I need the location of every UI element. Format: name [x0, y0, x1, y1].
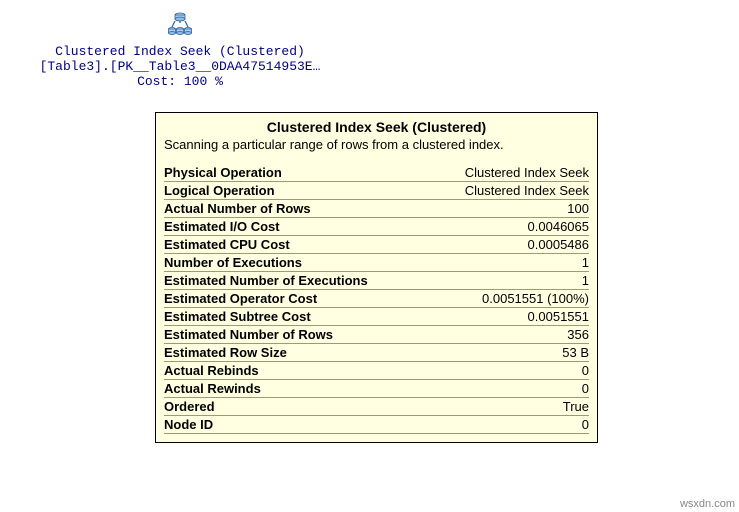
tooltip-property-label: Logical Operation	[164, 182, 428, 200]
tooltip-property-value: 0.0005486	[428, 236, 589, 254]
tooltip-property-row: Estimated Number of Executions1	[164, 272, 589, 290]
tooltip-property-value: 1	[428, 254, 589, 272]
tooltip-property-label: Estimated Operator Cost	[164, 290, 428, 308]
execution-plan-node[interactable]: Clustered Index Seek (Clustered) [Table3…	[10, 10, 350, 89]
tooltip-property-label: Node ID	[164, 416, 428, 434]
tooltip-property-label: Actual Rebinds	[164, 362, 428, 380]
tooltip-property-label: Ordered	[164, 398, 428, 416]
tooltip-property-row: Node ID0	[164, 416, 589, 434]
tooltip-property-value: 0	[428, 362, 589, 380]
tooltip-property-value: 0	[428, 380, 589, 398]
tooltip-property-row: Actual Rebinds0	[164, 362, 589, 380]
tooltip-property-row: Estimated Row Size53 B	[164, 344, 589, 362]
tooltip-property-row: Estimated Subtree Cost0.0051551	[164, 308, 589, 326]
tooltip-property-label: Estimated Number of Executions	[164, 272, 428, 290]
tooltip-property-row: Estimated Operator Cost0.0051551 (100%)	[164, 290, 589, 308]
plan-node-title: Clustered Index Seek (Clustered)	[10, 44, 350, 59]
plan-node-object: [Table3].[PK__Table3__0DAA47514953E…	[10, 59, 350, 74]
tooltip-property-value: 0	[428, 416, 589, 434]
tooltip-property-value: 100	[428, 200, 589, 218]
tooltip-property-row: Estimated Number of Rows356	[164, 326, 589, 344]
tooltip-property-label: Estimated Number of Rows	[164, 326, 428, 344]
tooltip-description: Scanning a particular range of rows from…	[164, 137, 589, 152]
tooltip-property-value: 1	[428, 272, 589, 290]
tooltip-property-row: Actual Rewinds0	[164, 380, 589, 398]
tooltip-property-label: Estimated Subtree Cost	[164, 308, 428, 326]
clustered-index-seek-icon	[164, 10, 196, 38]
tooltip-property-value: Clustered Index Seek	[428, 182, 589, 200]
plan-node-cost: Cost: 100 %	[10, 74, 350, 89]
tooltip-property-label: Actual Number of Rows	[164, 200, 428, 218]
tooltip-property-value: Clustered Index Seek	[428, 164, 589, 182]
tooltip-property-value: True	[428, 398, 589, 416]
tooltip-property-value: 0.0051551 (100%)	[428, 290, 589, 308]
tooltip-property-row: Physical OperationClustered Index Seek	[164, 164, 589, 182]
tooltip-property-row: Actual Number of Rows100	[164, 200, 589, 218]
tooltip-property-label: Physical Operation	[164, 164, 428, 182]
tooltip-property-value: 0.0046065	[428, 218, 589, 236]
tooltip-property-label: Estimated CPU Cost	[164, 236, 428, 254]
tooltip-title: Clustered Index Seek (Clustered)	[164, 119, 589, 135]
tooltip-property-value: 53 B	[428, 344, 589, 362]
tooltip-property-label: Estimated I/O Cost	[164, 218, 428, 236]
tooltip-property-label: Actual Rewinds	[164, 380, 428, 398]
tooltip-property-row: Number of Executions1	[164, 254, 589, 272]
tooltip-property-label: Number of Executions	[164, 254, 428, 272]
watermark: wsxdn.com	[680, 498, 735, 510]
operator-tooltip: Clustered Index Seek (Clustered) Scannin…	[155, 112, 598, 443]
tooltip-property-label: Estimated Row Size	[164, 344, 428, 362]
tooltip-property-row: Estimated I/O Cost0.0046065	[164, 218, 589, 236]
tooltip-property-value: 0.0051551	[428, 308, 589, 326]
tooltip-properties-table: Physical OperationClustered Index SeekLo…	[164, 164, 589, 434]
tooltip-property-row: Estimated CPU Cost0.0005486	[164, 236, 589, 254]
tooltip-property-row: Logical OperationClustered Index Seek	[164, 182, 589, 200]
tooltip-property-value: 356	[428, 326, 589, 344]
tooltip-property-row: OrderedTrue	[164, 398, 589, 416]
